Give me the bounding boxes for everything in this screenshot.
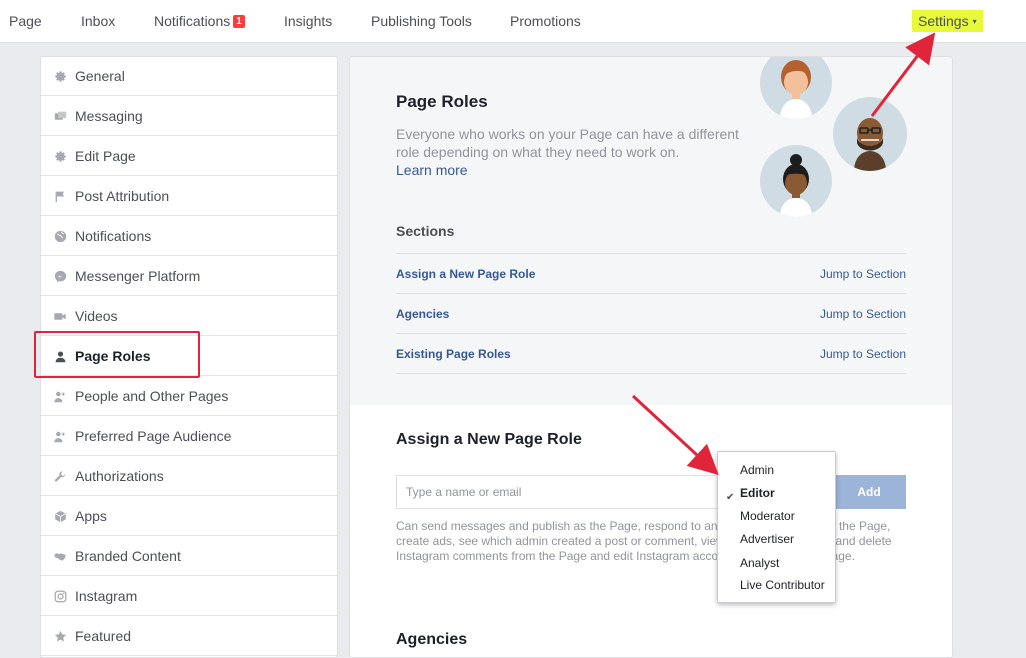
role-option-analyst[interactable]: Analyst — [740, 556, 779, 570]
messenger-icon — [53, 269, 67, 283]
sidebar-item-featured[interactable]: Featured — [41, 617, 337, 656]
sidebar-item-authorizations[interactable]: Authorizations — [41, 457, 337, 496]
sidebar-item-preferred-page-audience[interactable]: Preferred Page Audience — [41, 417, 337, 456]
wrench-icon — [53, 469, 67, 483]
sidebar-item-notifications[interactable]: Notifications — [41, 217, 337, 256]
learn-more-link[interactable]: Learn more — [396, 162, 468, 178]
sidebar-item-edit-page[interactable]: Edit Page — [41, 137, 337, 176]
section-link-assign-new-page-role[interactable]: Assign a New Page Role — [396, 267, 535, 281]
sidebar-item-messenger-platform[interactable]: Messenger Platform — [41, 257, 337, 296]
page-roles-highlight-box — [34, 331, 200, 378]
notification-count-badge: 1 — [233, 15, 245, 28]
role-option-advertiser[interactable]: Advertiser — [740, 532, 794, 546]
checkmark-icon: ✔ — [726, 492, 735, 503]
sidebar-item-label: Branded Content — [75, 548, 181, 564]
sidebar-item-label: Apps — [75, 508, 107, 524]
role-dropdown-menu: ✔ Admin Editor Moderator Advertiser Anal… — [717, 451, 836, 603]
section-link-existing-page-roles[interactable]: Existing Page Roles — [396, 347, 511, 361]
sidebar-item-label: Post Attribution — [75, 188, 170, 204]
jump-to-section-link[interactable]: Jump to Section — [820, 307, 906, 321]
woman-bun-avatar-illustration — [760, 145, 832, 217]
sidebar-item-people-and-other-pages[interactable]: People and Other Pages — [41, 377, 337, 416]
nav-promotions[interactable]: Promotions — [510, 13, 581, 29]
instagram-icon — [53, 589, 67, 603]
handshake-icon — [53, 549, 67, 563]
sidebar-item-apps[interactable]: Apps — [41, 497, 337, 536]
sidebar-item-label: Instagram — [75, 588, 138, 604]
role-option-live-contributor[interactable]: Live Contributor — [740, 578, 825, 592]
sidebar-item-post-attribution[interactable]: Post Attribution — [41, 177, 337, 216]
video-camera-icon — [53, 309, 67, 323]
nav-notifications[interactable]: Notifications 1 — [154, 13, 245, 29]
nav-inbox[interactable]: Inbox — [81, 13, 115, 29]
sidebar-item-general[interactable]: General — [41, 57, 337, 96]
sections-heading: Sections — [396, 223, 455, 239]
globe-icon — [53, 229, 67, 243]
sidebar-item-label: People and Other Pages — [75, 388, 229, 404]
page-title: Page Roles — [396, 92, 488, 111]
nav-page[interactable]: Page — [9, 13, 42, 29]
flag-icon — [53, 189, 67, 203]
people-icon — [53, 429, 67, 443]
sidebar-item-messaging[interactable]: Messaging — [41, 97, 337, 136]
nav-insights[interactable]: Insights — [284, 13, 332, 29]
nav-publishing-tools[interactable]: Publishing Tools — [371, 13, 472, 29]
star-icon — [53, 629, 67, 643]
sidebar-item-label: Notifications — [75, 228, 152, 244]
sidebar-item-label: Messenger Platform — [75, 268, 201, 284]
messaging-icon — [53, 109, 67, 123]
gear-icon — [53, 149, 67, 163]
caret-down-icon: ▾ — [972, 17, 977, 26]
role-option-admin[interactable]: Admin — [740, 463, 774, 477]
top-navigation-bar: Page Inbox Notifications 1 Insights Publi… — [0, 0, 1026, 43]
people-icon — [53, 389, 67, 403]
nav-notifications-label: Notifications — [154, 13, 231, 29]
page-roles-panel: Page Roles Everyone who works on your Pa… — [349, 56, 953, 658]
section-row-assign: Assign a New Page Role Jump to Section — [396, 253, 906, 293]
section-row-existing: Existing Page Roles Jump to Section — [396, 333, 906, 373]
sidebar-item-label: Videos — [75, 308, 118, 324]
jump-to-section-link[interactable]: Jump to Section — [820, 267, 906, 281]
jump-to-section-link[interactable]: Jump to Section — [820, 347, 906, 361]
settings-label: Settings — [918, 13, 969, 29]
cube-icon — [53, 509, 67, 523]
sidebar-item-branded-content[interactable]: Branded Content — [41, 537, 337, 576]
sidebar-item-label: Authorizations — [75, 468, 164, 484]
woman-avatar-illustration — [760, 57, 832, 119]
sidebar-item-label: Featured — [75, 628, 132, 644]
gear-icon — [53, 69, 67, 83]
assign-new-page-role-heading: Assign a New Page Role — [396, 431, 582, 448]
role-option-editor[interactable]: Editor — [740, 486, 775, 500]
sidebar-item-label: Messaging — [75, 108, 143, 124]
sidebar-item-instagram[interactable]: Instagram — [41, 577, 337, 616]
agencies-heading: Agencies — [396, 631, 468, 648]
sidebar-item-label: General — [75, 68, 125, 84]
man-avatar-illustration — [833, 97, 907, 171]
name-or-email-input[interactable] — [396, 475, 726, 509]
section-link-agencies[interactable]: Agencies — [396, 307, 449, 321]
role-option-moderator[interactable]: Moderator — [740, 509, 795, 523]
settings-menu-button[interactable]: Settings ▾ — [912, 10, 983, 32]
page-roles-description: Everyone who works on your Page can have… — [396, 126, 739, 160]
divider — [396, 373, 906, 374]
sidebar-item-label: Edit Page — [75, 148, 136, 164]
add-button[interactable]: Add — [832, 475, 906, 509]
section-row-agencies: Agencies Jump to Section — [396, 293, 906, 333]
sidebar-item-label: Preferred Page Audience — [75, 428, 232, 444]
